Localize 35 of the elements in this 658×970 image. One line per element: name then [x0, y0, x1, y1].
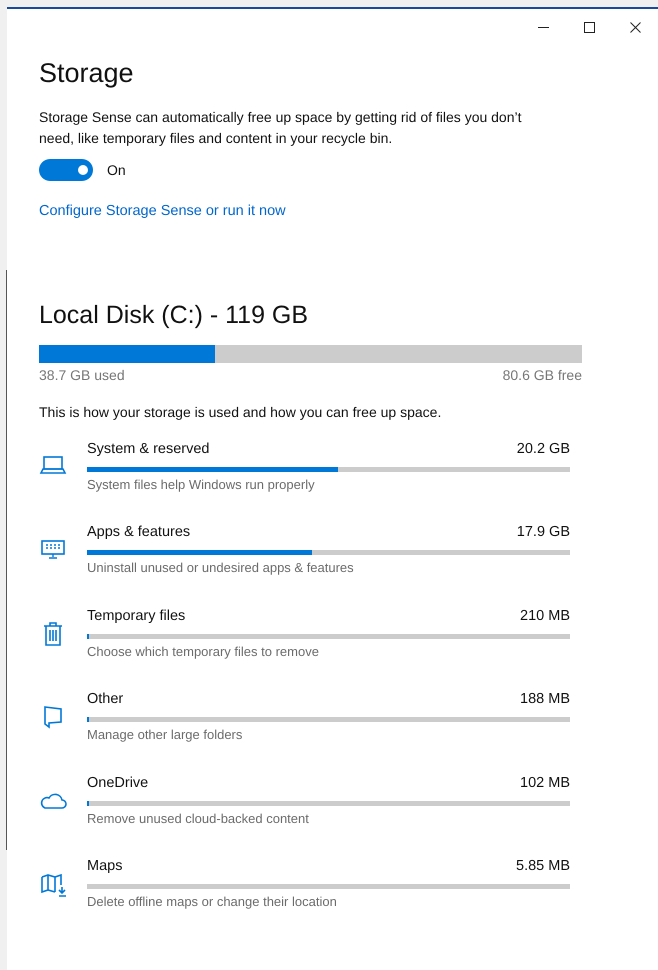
category-name: OneDrive — [87, 774, 148, 793]
storage-info: This is how your storage is used and how you can free up space. — [39, 402, 442, 422]
toggle-switch[interactable] — [39, 159, 93, 181]
category-description: Uninstall unused or undesired apps & features — [87, 559, 355, 578]
storage-category[interactable]: OneDrive 102 MB Remove unused cloud-backed content — [39, 772, 590, 856]
category-size: 188 MB — [520, 690, 570, 710]
category-description: Manage other large folders — [87, 726, 244, 744]
toggle-label: On — [107, 160, 126, 180]
configure-link[interactable]: Configure Storage Sense or run it now — [39, 201, 286, 223]
category-size: 210 MB — [520, 606, 570, 626]
storage-category[interactable]: System & reserved 20.2 GB System files help Windows run properly — [39, 438, 590, 522]
category-description: Choose which temporary files to remove — [87, 642, 320, 661]
used-label: 38.7 GB used — [39, 366, 125, 385]
category-name: Other — [87, 690, 124, 710]
category-description: Remove unused cloud-backed content — [87, 810, 310, 828]
category-size: 5.85 MB — [516, 857, 570, 876]
category-size: 20.2 GB — [516, 440, 570, 459]
page-title: Storage — [39, 57, 135, 90]
category-description: Delete offline maps or change their location — [87, 893, 338, 912]
storage-category[interactable]: Temporary files 210 MB Choose which temporary files to remove — [39, 606, 590, 690]
free-label: 80.6 GB free — [502, 366, 582, 385]
storage-category[interactable]: Maps 5.85 MB Delete offline maps or change their location — [39, 856, 590, 940]
close-icon — [630, 22, 640, 32]
storage-category[interactable]: Other 188 MB Manage other large folders — [39, 689, 590, 773]
maximize-icon — [584, 22, 594, 32]
storage-category[interactable]: Apps & features 17.9 GB Uninstall unused or undesired apps & features — [39, 522, 590, 606]
category-name: Apps & features — [87, 523, 190, 542]
description: Storage Sense can automatically free up space by getting rid of files you don’t need, like temporary files and content in your recycle bin. — [39, 108, 523, 148]
category-name: System & reserved — [87, 440, 210, 459]
category-size: 102 MB — [520, 774, 570, 793]
category-name: Temporary files — [87, 606, 186, 626]
category-name: Maps — [87, 857, 122, 876]
category-description: System files help Windows run properly — [87, 476, 316, 494]
disk-title: Local Disk (C:) - 119 GB — [39, 300, 310, 331]
category-size: 17.9 GB — [516, 523, 570, 542]
